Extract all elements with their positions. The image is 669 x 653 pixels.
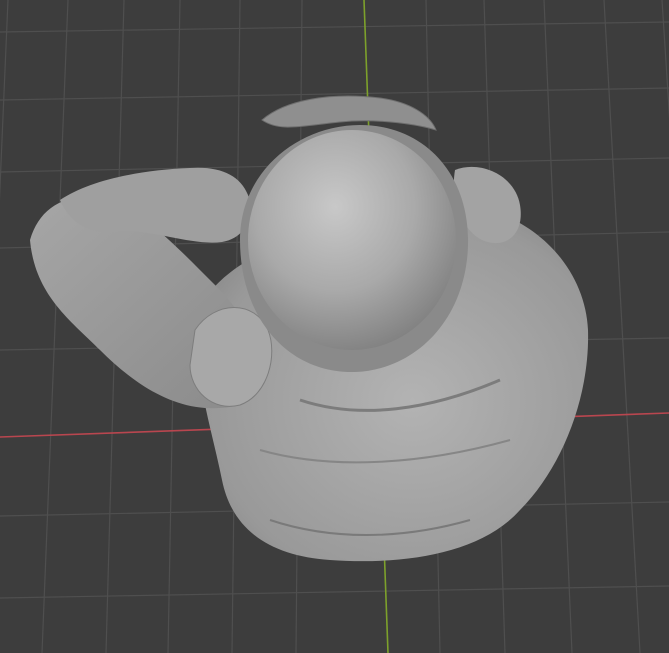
viewport-canvas[interactable]: [0, 0, 669, 653]
3d-viewport[interactable]: [0, 0, 669, 653]
model-helmet: [248, 130, 456, 350]
